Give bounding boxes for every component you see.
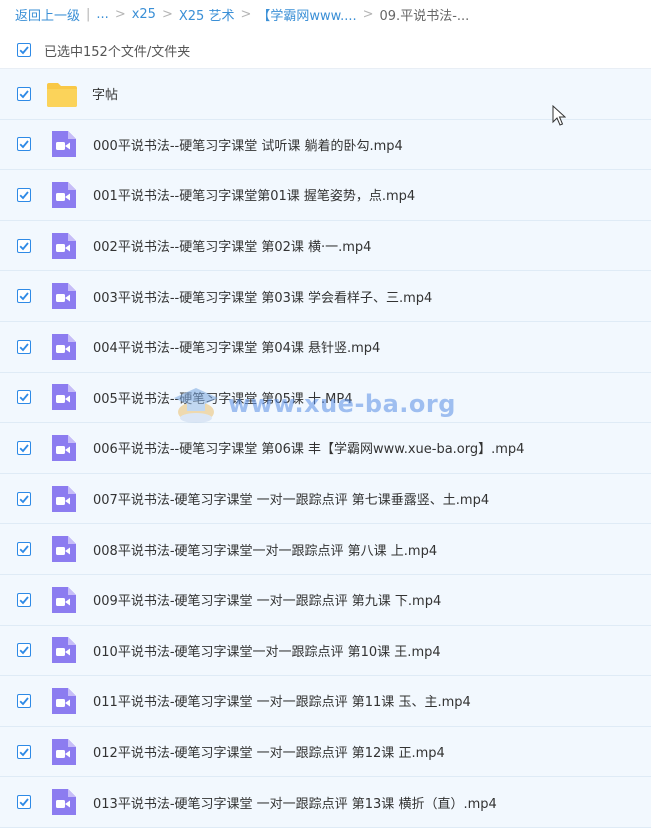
checkmark-icon xyxy=(19,90,29,99)
row-checkbox[interactable] xyxy=(17,187,31,202)
row-checkbox[interactable] xyxy=(17,643,31,658)
breadcrumb-chevron-icon: > xyxy=(161,6,173,22)
file-name[interactable]: 000平说书法--硬笔习字课堂 试听课 躺着的卧勾.mp4 xyxy=(93,135,403,154)
row-checkbox[interactable] xyxy=(17,440,31,455)
file-row[interactable]: 009平说书法-硬笔习字课堂 一对一跟踪点评 第九课 下.mp4 xyxy=(0,574,651,626)
checkmark-icon xyxy=(19,747,29,756)
checkmark-icon xyxy=(19,494,29,503)
video-file-icon xyxy=(49,333,77,361)
row-checkbox[interactable] xyxy=(17,491,31,506)
breadcrumb-item-art[interactable]: X25 艺术 xyxy=(179,5,235,24)
file-name[interactable]: 008平说书法-硬笔习字课堂一对一跟踪点评 第八课 上.mp4 xyxy=(93,540,437,559)
row-checkbox[interactable] xyxy=(17,339,31,354)
file-row[interactable]: 006平说书法--硬笔习字课堂 第06课 丰【学霸网www.xue-ba.org… xyxy=(0,423,651,474)
row-checkbox[interactable] xyxy=(17,592,31,607)
file-row[interactable]: 005平说书法--硬笔习字课堂 第05课 十.MP4 xyxy=(0,372,651,424)
file-name[interactable]: 007平说书法-硬笔习字课堂 一对一跟踪点评 第七课垂露竖、土.mp4 xyxy=(93,489,489,508)
checkmark-icon xyxy=(19,393,29,402)
file-name[interactable]: 005平说书法--硬笔习字课堂 第05课 十.MP4 xyxy=(93,388,352,407)
row-checkbox[interactable] xyxy=(17,542,31,557)
selection-bar: 已选中152个文件/文件夹 xyxy=(0,32,651,69)
file-name[interactable]: 006平说书法--硬笔习字课堂 第06课 丰【学霸网www.xue-ba.org… xyxy=(93,438,524,457)
breadcrumb-item-x25[interactable]: x25 xyxy=(132,7,156,22)
video-file-icon xyxy=(49,738,77,766)
row-checkbox[interactable] xyxy=(17,137,31,152)
video-file-icon xyxy=(49,788,77,816)
video-file-icon xyxy=(49,586,77,614)
breadcrumb-chevron-icon: > xyxy=(114,6,126,22)
row-checkbox[interactable] xyxy=(17,238,31,253)
checkmark-icon xyxy=(19,444,29,453)
checkmark-icon xyxy=(19,646,29,655)
video-file-icon xyxy=(49,535,77,563)
file-name[interactable]: 009平说书法-硬笔习字课堂 一对一跟踪点评 第九课 下.mp4 xyxy=(93,590,441,609)
checkmark-icon xyxy=(19,292,29,301)
file-name[interactable]: 010平说书法-硬笔习字课堂一对一跟踪点评 第10课 王.mp4 xyxy=(93,641,441,660)
file-name[interactable]: 001平说书法--硬笔习字课堂第01课 握笔姿势，点.mp4 xyxy=(93,185,415,204)
video-file-icon xyxy=(49,232,77,260)
file-row[interactable]: 012平说书法-硬笔习字课堂 一对一跟踪点评 第12课 正.mp4 xyxy=(0,726,651,778)
row-checkbox[interactable] xyxy=(17,86,31,101)
file-row[interactable]: 003平说书法--硬笔习字课堂 第03课 学会看样子、三.mp4 xyxy=(0,271,651,322)
file-row[interactable]: 011平说书法-硬笔习字课堂 一对一跟踪点评 第11课 玉、主.mp4 xyxy=(0,676,651,727)
breadcrumb-ellipsis[interactable]: ... xyxy=(96,7,108,22)
video-file-icon xyxy=(49,130,77,158)
breadcrumb: 返回上一级 | ... > x25 > X25 艺术 > 【学霸网www....… xyxy=(0,0,651,28)
row-checkbox[interactable] xyxy=(17,390,31,405)
back-link[interactable]: 返回上一级 xyxy=(15,5,80,24)
selection-count: 已选中152个文件/文件夹 xyxy=(44,44,191,60)
checkmark-icon xyxy=(19,697,29,706)
video-file-icon xyxy=(49,434,77,462)
checkmark-icon xyxy=(19,242,29,250)
checkmark-icon xyxy=(19,140,29,149)
checkmark-icon xyxy=(19,46,29,55)
breadcrumb-separator: | xyxy=(86,6,91,22)
file-name[interactable]: 013平说书法-硬笔习字课堂 一对一跟踪点评 第13课 横折（直）.mp4 xyxy=(93,793,497,812)
file-row[interactable]: 010平说书法-硬笔习字课堂一对一跟踪点评 第10课 王.mp4 xyxy=(0,625,651,677)
file-name[interactable]: 011平说书法-硬笔习字课堂 一对一跟踪点评 第11课 玉、主.mp4 xyxy=(93,691,471,710)
checkmark-icon xyxy=(19,343,29,352)
breadcrumb-item-current: 09.平说书法-... xyxy=(379,8,470,24)
video-file-icon xyxy=(49,687,77,715)
file-name[interactable]: 003平说书法--硬笔习字课堂 第03课 学会看样子、三.mp4 xyxy=(93,287,432,306)
file-name[interactable]: 012平说书法-硬笔习字课堂 一对一跟踪点评 第12课 正.mp4 xyxy=(93,742,445,761)
file-row[interactable]: 008平说书法-硬笔习字课堂一对一跟踪点评 第八课 上.mp4 xyxy=(0,524,651,575)
file-name[interactable]: 字帖 xyxy=(92,84,118,103)
video-file-icon xyxy=(49,636,77,664)
file-name[interactable]: 002平说书法--硬笔习字课堂 第02课 横·一.mp4 xyxy=(93,236,371,255)
file-row[interactable]: 001平说书法--硬笔习字课堂第01课 握笔姿势，点.mp4 xyxy=(0,170,651,221)
row-checkbox[interactable] xyxy=(17,693,31,708)
checkmark-icon xyxy=(19,191,29,200)
checkmark-icon xyxy=(19,545,29,554)
folder-icon xyxy=(46,80,78,108)
video-file-icon xyxy=(49,383,77,411)
file-row[interactable]: 004平说书法--硬笔习字课堂 第04课 悬针竖.mp4 xyxy=(0,321,651,373)
breadcrumb-chevron-icon: > xyxy=(362,6,374,22)
video-file-icon xyxy=(49,282,77,310)
mouse-cursor-icon xyxy=(552,105,566,126)
breadcrumb-chevron-icon: > xyxy=(240,6,252,22)
file-row[interactable]: 013平说书法-硬笔习字课堂 一对一跟踪点评 第13课 横折（直）.mp4 xyxy=(0,777,651,828)
video-file-icon xyxy=(49,485,77,513)
file-row[interactable]: 007平说书法-硬笔习字课堂 一对一跟踪点评 第七课垂露竖、土.mp4 xyxy=(0,473,651,525)
row-checkbox[interactable] xyxy=(17,744,31,759)
select-all-checkbox[interactable] xyxy=(17,43,31,57)
row-checkbox[interactable] xyxy=(17,289,31,304)
video-file-icon xyxy=(49,181,77,209)
breadcrumb-item-xueba[interactable]: 【学霸网www.... xyxy=(257,5,356,24)
checkmark-icon xyxy=(19,596,29,605)
file-name[interactable]: 004平说书法--硬笔习字课堂 第04课 悬针竖.mp4 xyxy=(93,337,380,356)
file-row[interactable]: 000平说书法--硬笔习字课堂 试听课 躺着的卧勾.mp4 xyxy=(0,119,651,171)
file-row[interactable]: 002平说书法--硬笔习字课堂 第02课 横·一.mp4 xyxy=(0,220,651,272)
file-list: 字帖 000平说书法--硬笔习字课堂 试听课 躺着的卧勾.mp4 001平说书法--… xyxy=(0,69,651,828)
checkmark-icon xyxy=(19,798,29,807)
row-checkbox[interactable] xyxy=(17,795,31,810)
